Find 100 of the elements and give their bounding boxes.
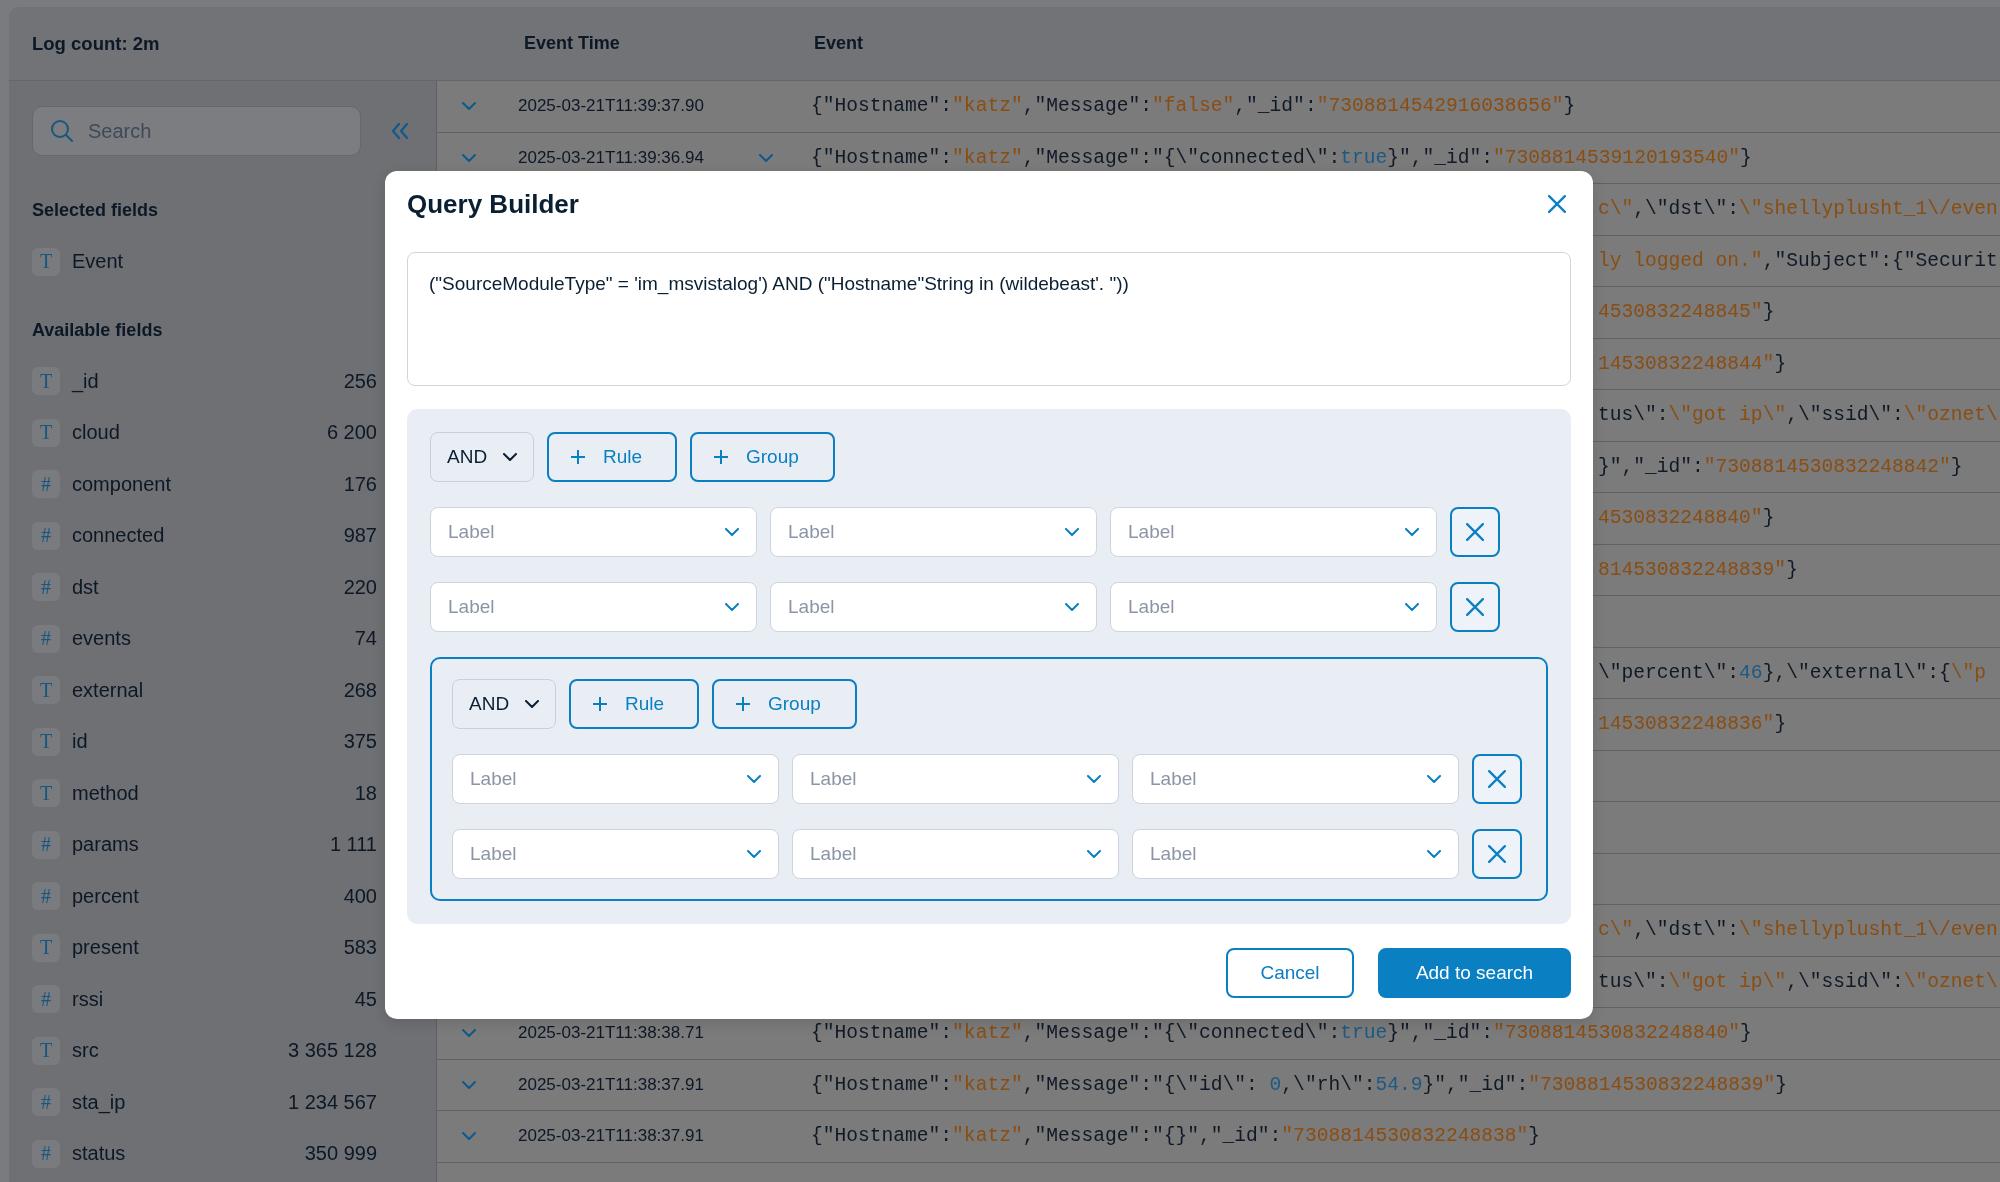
remove-rule-button[interactable] <box>1472 829 1522 879</box>
type-badge: # <box>32 521 60 550</box>
event-json: }","_id":"7308814530832248842"} <box>1598 455 1963 478</box>
close-icon[interactable] <box>1548 195 1566 213</box>
field-count: 176 <box>343 472 377 496</box>
chevron-down-icon <box>1427 775 1441 783</box>
event-json: 14530832248844"} <box>1598 352 1787 375</box>
chevron-down-icon[interactable] <box>462 1132 476 1141</box>
event-time: 2025-03-21T11:38:38.71 <box>518 1023 704 1044</box>
event-json: c\",\"dst\":\"shellyplusht_1\/even <box>1598 919 1998 942</box>
field-name[interactable]: dst <box>72 575 99 599</box>
plus-icon <box>714 450 728 464</box>
column-header[interactable]: Event Time <box>524 33 620 53</box>
field-name[interactable]: Event <box>72 250 124 274</box>
close-icon <box>1488 770 1506 788</box>
chevron-down-icon <box>1427 850 1441 858</box>
chevron-down-icon[interactable] <box>759 153 773 162</box>
plus-icon <box>571 450 585 464</box>
chevron-down-icon <box>503 453 517 461</box>
add-rule-button[interactable]: Rule <box>569 679 699 729</box>
event-json: {"Hostname":"katz","Message":"{\"id\": 0,\"rh\":54.9}","_id":"7308814530832248839"} <box>811 1073 1787 1096</box>
field-name[interactable]: sta_ip <box>72 1090 126 1114</box>
chevron-down-icon <box>747 850 761 858</box>
remove-rule-button[interactable] <box>1450 507 1500 557</box>
rule-dropdown[interactable]: Label <box>1110 507 1437 557</box>
field-name[interactable]: component <box>72 472 171 496</box>
rule-dropdown[interactable]: Label <box>792 754 1119 804</box>
field-count: 3 365 128 <box>288 1039 377 1063</box>
field-name[interactable]: status <box>72 1142 126 1166</box>
field-count: 256 <box>343 369 377 393</box>
field-name[interactable]: cloud <box>72 421 120 445</box>
field-count: 350 999 <box>304 1142 377 1166</box>
dialog-title: Query Builder <box>407 188 579 220</box>
rule-dropdown[interactable]: Label <box>792 829 1119 879</box>
add-rule-button[interactable]: Rule <box>547 432 677 482</box>
rule-dropdown[interactable]: Label <box>430 582 757 632</box>
field-count: 1 111 <box>329 833 377 857</box>
event-json: 4530832248840"} <box>1598 507 1775 530</box>
field-count: 375 <box>343 730 377 754</box>
column-header[interactable]: Event <box>814 33 864 53</box>
rule-dropdown[interactable]: Label <box>452 754 779 804</box>
chevron-down-icon[interactable] <box>462 153 476 162</box>
field-name[interactable]: percent <box>72 884 139 908</box>
chevron-down-icon[interactable] <box>462 1080 476 1089</box>
combinator-dropdown[interactable]: AND <box>452 679 556 729</box>
chevron-down-icon[interactable] <box>462 102 476 111</box>
field-name[interactable]: events <box>72 627 131 651</box>
double-chevron-left-icon[interactable] <box>391 123 409 139</box>
chevron-down-icon <box>725 528 739 536</box>
rule-dropdown[interactable]: Label <box>770 507 1097 557</box>
chevron-down-icon <box>747 775 761 783</box>
type-badge: T <box>32 727 60 756</box>
cancel-button[interactable]: Cancel <box>1226 948 1354 998</box>
rule-dropdown[interactable]: Label <box>770 582 1097 632</box>
log-count: Log count: 2m <box>32 32 160 54</box>
remove-rule-button[interactable] <box>1450 582 1500 632</box>
rule-dropdown[interactable]: Label <box>1110 582 1437 632</box>
field-name[interactable]: id <box>72 730 88 754</box>
rule-dropdown[interactable]: Label <box>452 829 779 879</box>
field-name[interactable]: external <box>72 678 144 702</box>
chevron-down-icon <box>725 603 739 611</box>
type-badge: # <box>32 1088 60 1117</box>
section-title: Selected fields <box>32 200 159 220</box>
remove-rule-button[interactable] <box>1472 754 1522 804</box>
type-badge: T <box>32 676 60 705</box>
chevron-down-icon[interactable] <box>462 1029 476 1038</box>
type-badge: # <box>32 1139 60 1168</box>
field-name[interactable]: method <box>72 781 139 805</box>
type-badge: T <box>32 933 60 962</box>
event-time: 2025-03-21T11:38:37.91 <box>518 1074 704 1095</box>
combinator-dropdown[interactable]: AND <box>430 432 534 482</box>
field-count: 583 <box>343 936 377 960</box>
field-name[interactable]: connected <box>72 524 165 548</box>
section-title: Available fields <box>32 319 163 340</box>
close-icon <box>1488 845 1506 863</box>
rule-dropdown[interactable]: Label <box>430 507 757 557</box>
event-json: {"Hostname":"katz","Message":"{\"connected\":true}","_id":"7308814530832248840"} <box>811 1022 1752 1045</box>
search-icon <box>51 120 73 142</box>
search-field[interactable]: Search <box>32 106 361 156</box>
type-badge: # <box>32 624 60 653</box>
rule-dropdown[interactable]: Label <box>1132 754 1459 804</box>
type-badge: # <box>32 470 60 499</box>
field-count: 987 <box>343 524 377 548</box>
field-name[interactable]: params <box>72 833 139 857</box>
add-group-button[interactable]: Group <box>690 432 835 482</box>
rule-dropdown[interactable]: Label <box>1132 829 1459 879</box>
field-name[interactable]: rssi <box>72 987 104 1011</box>
event-json: {"Hostname":"katz","Message":"{}","_id":"7308814530832248838"} <box>811 1125 1541 1148</box>
field-count: 6 200 <box>326 421 377 445</box>
close-icon <box>1466 523 1484 541</box>
field-name[interactable]: src <box>72 1039 99 1063</box>
add-to-search-button[interactable]: Add to search <box>1378 948 1571 998</box>
event-time: 2025-03-21T11:39:36.94 <box>518 147 704 168</box>
field-name[interactable]: present <box>72 936 139 960</box>
event-json: {"Hostname":"katz","Message":"false","_id":"7308814542916038656"} <box>811 95 1576 118</box>
event-json: ly logged on.","Subject":{"Securit <box>1598 249 1998 272</box>
query-field[interactable]: ("SourceModuleType" = 'im_msvistalog') AND ("Hostname"String in (wildebeast'. ")) <box>407 252 1571 386</box>
field-name[interactable]: _id <box>72 369 99 393</box>
event-time: 2025-03-21T11:38:37.91 <box>518 1126 704 1147</box>
add-group-button[interactable]: Group <box>712 679 857 729</box>
